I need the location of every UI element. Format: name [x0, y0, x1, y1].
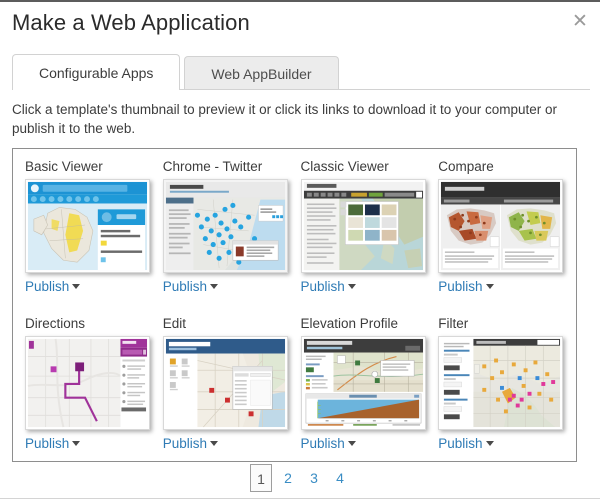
publish-label: Publish: [163, 436, 207, 451]
template-title: Compare: [438, 157, 573, 179]
publish-label: Publish: [163, 279, 207, 294]
publish-label: Publish: [438, 436, 482, 451]
page-title: Make a Web Application: [12, 8, 590, 38]
template-thumbnail-filter[interactable]: [438, 336, 563, 430]
instructions-text: Click a template's thumbnail to preview …: [12, 100, 590, 138]
publish-label: Publish: [301, 436, 345, 451]
publish-link[interactable]: Publish: [438, 436, 493, 451]
gallery-row: Basic Viewer: [13, 157, 576, 314]
page-button-3[interactable]: 3: [304, 464, 324, 492]
template-card-edit: Edit: [163, 314, 298, 471]
template-card-compare: Compare: [438, 157, 573, 314]
template-thumbnail-classic-viewer[interactable]: [301, 179, 426, 273]
pagination: 1 2 3 4: [0, 464, 600, 492]
template-title: Edit: [163, 314, 298, 336]
template-card-chrome-twitter: Chrome - Twitter: [163, 157, 298, 314]
template-title: Basic Viewer: [25, 157, 160, 179]
chevron-down-icon: [72, 441, 80, 446]
edit-thumbnail-art: [164, 337, 287, 429]
gallery-row: Directions: [13, 314, 576, 471]
chevron-down-icon: [348, 284, 356, 289]
template-card-directions: Directions: [25, 314, 160, 471]
filter-thumbnail-art: [439, 337, 562, 429]
chevron-down-icon: [72, 284, 80, 289]
template-title: Filter: [438, 314, 573, 336]
publish-label: Publish: [25, 279, 69, 294]
template-card-elevation-profile: Elevation Profile: [301, 314, 436, 471]
chevron-down-icon: [210, 284, 218, 289]
tab-label: Configurable Apps: [39, 65, 153, 81]
publish-label: Publish: [301, 279, 345, 294]
make-web-application-dialog: Make a Web Application ✕ Configurable Ap…: [0, 0, 600, 502]
template-gallery: Basic Viewer: [12, 148, 577, 462]
page-button-1[interactable]: 1: [250, 464, 272, 492]
compare-thumbnail-art: [439, 180, 562, 272]
template-title: Classic Viewer: [301, 157, 436, 179]
dialog-header: Make a Web Application: [12, 8, 590, 44]
page-button-2[interactable]: 2: [278, 464, 298, 492]
tab-bar: Configurable Apps Web AppBuilder: [12, 54, 590, 90]
template-title: Elevation Profile: [301, 314, 436, 336]
publish-label: Publish: [438, 279, 482, 294]
chevron-down-icon: [486, 441, 494, 446]
tab-web-appbuilder[interactable]: Web AppBuilder: [184, 56, 338, 90]
template-card-filter: Filter: [438, 314, 573, 471]
chevron-down-icon: [210, 441, 218, 446]
template-card-classic-viewer: Classic Viewer: [301, 157, 436, 314]
template-thumbnail-compare[interactable]: [438, 179, 563, 273]
publish-link[interactable]: Publish: [25, 279, 80, 294]
chevron-down-icon: [348, 441, 356, 446]
directions-thumbnail-art: [26, 337, 149, 429]
basic-viewer-thumbnail-art: [26, 180, 149, 272]
tab-configurable-apps[interactable]: Configurable Apps: [12, 54, 180, 90]
chrome-twitter-thumbnail-art: [164, 180, 287, 272]
template-thumbnail-elevation-profile[interactable]: [301, 336, 426, 430]
page-button-4[interactable]: 4: [330, 464, 350, 492]
template-title: Chrome - Twitter: [163, 157, 298, 179]
chevron-down-icon: [486, 284, 494, 289]
publish-link[interactable]: Publish: [163, 436, 218, 451]
bottom-divider: [0, 498, 600, 499]
publish-link[interactable]: Publish: [25, 436, 80, 451]
template-thumbnail-basic-viewer[interactable]: [25, 179, 150, 273]
template-thumbnail-chrome-twitter[interactable]: [163, 179, 288, 273]
template-title: Directions: [25, 314, 160, 336]
tab-label: Web AppBuilder: [211, 66, 311, 82]
classic-viewer-thumbnail-art: [302, 180, 425, 272]
close-icon[interactable]: ✕: [568, 10, 592, 34]
template-thumbnail-directions[interactable]: [25, 336, 150, 430]
publish-link[interactable]: Publish: [301, 279, 356, 294]
template-card-basic-viewer: Basic Viewer: [25, 157, 160, 314]
publish-link[interactable]: Publish: [163, 279, 218, 294]
template-thumbnail-edit[interactable]: [163, 336, 288, 430]
publish-link[interactable]: Publish: [438, 279, 493, 294]
elevation-profile-thumbnail-art: [302, 337, 425, 429]
publish-link[interactable]: Publish: [301, 436, 356, 451]
publish-label: Publish: [25, 436, 69, 451]
